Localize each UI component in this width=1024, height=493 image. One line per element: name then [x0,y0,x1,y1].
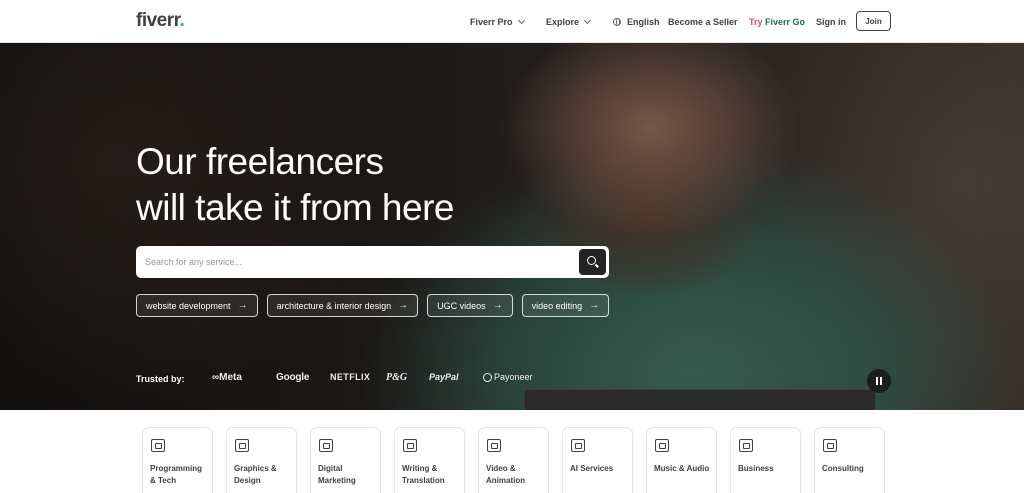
category-label: Programming & Tech [150,463,210,487]
business-icon [739,439,753,452]
category-card-programming[interactable]: Programming & Tech [142,427,213,493]
chip-label: UGC videos [437,300,486,311]
category-card-music[interactable]: Music & Audio [646,427,717,493]
chip-label: website development [146,300,231,311]
nav-explore[interactable]: Explore [546,0,592,43]
category-label: Video & Animation [486,463,546,487]
category-card-video[interactable]: Video & Animation [478,427,549,493]
search-button[interactable] [579,249,606,275]
search-bar [136,246,609,278]
chip-website-development[interactable]: website development → [136,294,258,317]
programming-icon [151,439,165,452]
meta-logo: ∞Meta [212,372,242,383]
nav-language[interactable]: English [613,0,660,43]
nav-sign-in[interactable]: Sign in [816,0,846,43]
chip-label: architecture & interior design [276,300,392,311]
nav-explore-label: Explore [546,16,580,27]
hero-title: Our freelancers will take it from here [136,139,556,231]
nav-become-seller[interactable]: Become a Seller [668,0,738,43]
music-icon [655,439,669,452]
category-label-line1: Programming [150,464,203,473]
category-card-consulting[interactable]: Consulting [814,427,885,493]
writing-icon [403,439,417,452]
category-label: Digital Marketing [318,463,378,487]
category-label: AI Services [570,463,630,475]
payoneer-ring-icon [483,372,492,382]
category-label: Business [738,463,798,475]
chip-ugc-videos[interactable]: UGC videos → [427,294,513,317]
payoneer-label: Payoneer [494,372,533,382]
category-card-ai[interactable]: AI Services [562,427,633,493]
nav-fiverr-pro-label: Fiverr Pro [470,16,513,27]
trusted-by-label: Trusted by: [136,374,185,384]
paypal-logo: PayPal [429,372,459,382]
chevron-down-icon [517,16,525,24]
fiverr-go-label: Fiverr Go [765,16,806,27]
site-header: fiverr. Fiverr Pro Explore English Becom… [0,0,1024,43]
category-label: Writing & Translation [402,463,462,487]
chip-architecture-interior-design[interactable]: architecture & interior design → [266,294,419,317]
ai-icon [571,439,585,452]
hero-title-line2: will take it from here [136,187,455,228]
arrow-right-icon: → [589,300,600,311]
category-label-line1: Video & [486,464,516,473]
fiverr-logo[interactable]: fiverr. [136,10,185,32]
category-label-line1: Digital [318,464,343,473]
nav-become-seller-label: Become a Seller [668,16,738,27]
graphics-icon [235,439,249,452]
hero-laptop-shape [525,389,875,410]
video-icon [487,439,501,452]
marketing-icon [319,439,333,452]
netflix-logo: NETFLIX [330,372,371,382]
hero-title-line1: Our freelancers [136,141,384,182]
search-input[interactable] [145,246,575,278]
category-label: Music & Audio [654,463,714,475]
pg-logo: P&G [386,372,408,383]
nav-try-fiverr-go[interactable]: Try Fiverr Go [749,0,805,43]
category-cards: Programming & Tech Graphics & Design Digit… [142,427,885,493]
category-label: Graphics & Design [234,463,294,487]
google-logo: Google [276,372,310,383]
category-label-line1: Graphics & [234,464,277,473]
category-label-line2: & Tech [150,476,177,485]
category-label-line1: AI Services [570,464,614,473]
category-card-business[interactable]: Business [730,427,801,493]
category-label-line2: Translation [402,476,445,485]
pause-icon [876,377,878,385]
arrow-right-icon: → [237,300,248,311]
arrow-right-icon: → [398,300,409,311]
join-button[interactable]: Join [856,11,891,31]
category-card-graphics[interactable]: Graphics & Design [226,427,297,493]
category-card-writing[interactable]: Writing & Translation [394,427,465,493]
category-label: Consulting [822,463,882,475]
category-label-line1: Music & Audio [654,464,710,473]
consulting-icon [823,439,837,452]
logo-dot: . [179,10,185,31]
category-label-line2: Design [234,476,261,485]
nav-fiverr-pro[interactable]: Fiverr Pro [470,0,525,43]
category-label-line2: Marketing [318,476,356,485]
popular-searches: website development → architecture & inte… [136,294,610,317]
try-prefix: Try [749,16,766,27]
globe-icon [613,17,621,26]
hero-section: Our freelancers will take it from here w… [0,43,1024,410]
category-label-line1: Business [738,464,774,473]
logo-text: fiverr [136,10,180,31]
nav-language-label: English [627,16,660,27]
category-label-line1: Writing & [402,464,438,473]
pause-video-button[interactable] [867,369,891,393]
chip-label: video editing [531,300,583,311]
chevron-down-icon [583,16,592,24]
nav-sign-in-label: Sign in [816,16,846,27]
category-label-line1: Consulting [822,464,864,473]
pause-icon-bar [880,377,882,385]
search-icon-handle [595,263,599,268]
category-label-line2: Animation [486,476,526,485]
arrow-right-icon: → [492,300,503,311]
payoneer-logo: Payoneer [483,372,533,382]
category-card-marketing[interactable]: Digital Marketing [310,427,381,493]
chip-video-editing[interactable]: video editing → [521,294,610,317]
